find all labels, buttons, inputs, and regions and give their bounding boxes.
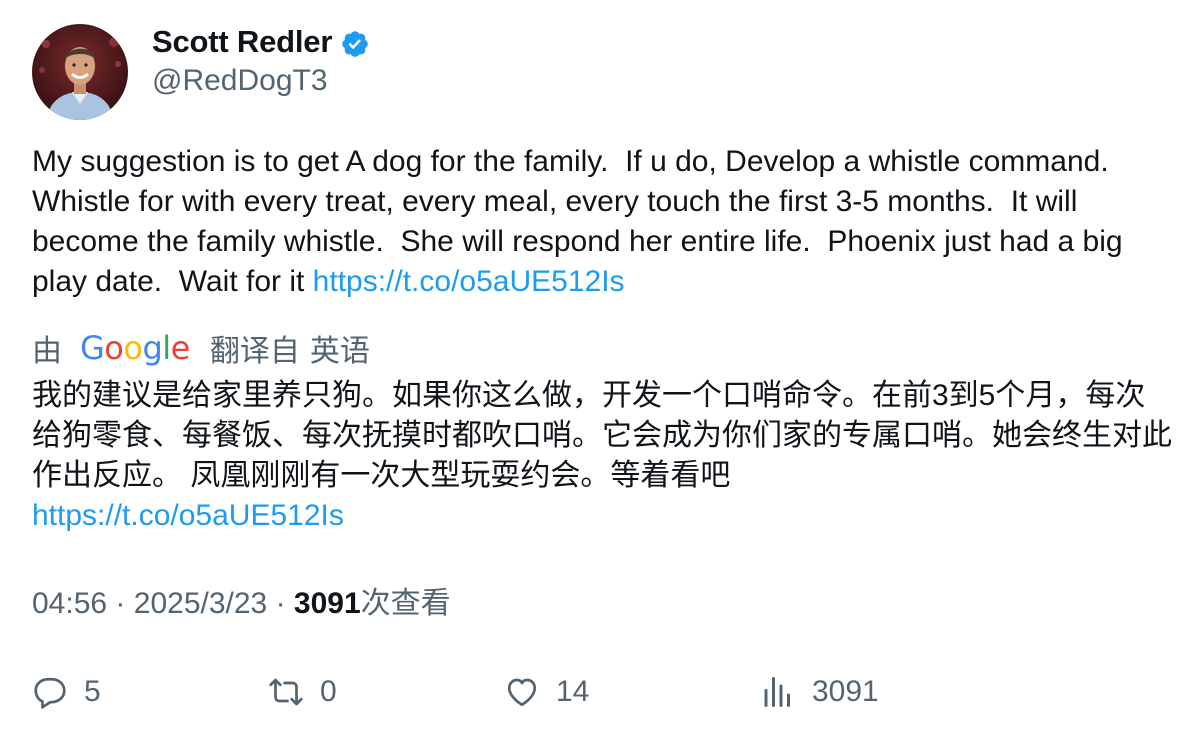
translated-from-label: 翻译自 (209, 335, 300, 368)
translation-attribution: 由 Google 翻译自 英语 (32, 326, 370, 370)
translated-link[interactable]: https://t.co/o5aUE512Is (32, 499, 344, 532)
source-language: 英语 (309, 335, 370, 368)
like-count: 14 (556, 675, 590, 708)
retweet-icon (268, 674, 304, 710)
translated-text: 我的建议是给家里养只狗。如果你这么做，开发一个口哨命令。在前3到5个月，每次给狗… (32, 379, 1172, 492)
author-name-row[interactable]: Scott Redler (152, 22, 370, 62)
translated-by-label: 由 (32, 335, 62, 368)
reply-icon (32, 674, 68, 710)
google-logo: Google (80, 329, 190, 367)
retweet-count: 0 (320, 675, 337, 708)
action-bar: 5 0 14 3091 (32, 668, 1162, 716)
author-display-name[interactable]: Scott Redler (152, 24, 332, 60)
tweet-body: My suggestion is to get A dog for the fa… (32, 142, 1162, 302)
tweet-date[interactable]: 2025/3/23 (134, 587, 267, 620)
author-handle[interactable]: @RedDogT3 (152, 62, 328, 100)
meta-separator: · (115, 587, 126, 620)
tweet: Scott Redler @RedDogT3 My suggestion is … (0, 0, 1196, 738)
like-button[interactable]: 14 (504, 668, 589, 716)
views-action-count: 3091 (812, 675, 879, 708)
views-label: 次查看 (360, 587, 451, 620)
tweet-time[interactable]: 04:56 (32, 587, 107, 620)
tweet-meta: 04:56 · 2025/3/23 · 3091次查看 (32, 584, 451, 624)
meta-separator: · (275, 587, 286, 620)
avatar[interactable] (32, 24, 128, 120)
tweet-link[interactable]: https://t.co/o5aUE512Is (313, 265, 625, 298)
heart-icon (504, 674, 540, 710)
retweet-button[interactable]: 0 (268, 668, 337, 716)
verified-badge-icon[interactable] (340, 29, 370, 59)
translated-body: 我的建议是给家里养只狗。如果你这么做，开发一个口哨命令。在前3到5个月，每次给狗… (32, 376, 1172, 536)
analytics-icon (760, 674, 796, 710)
reply-button[interactable]: 5 (32, 668, 101, 716)
reply-count: 5 (84, 675, 101, 708)
views-button[interactable]: 3091 (760, 668, 879, 716)
views-count: 3091 (293, 587, 361, 620)
avatar-photo (32, 24, 128, 120)
